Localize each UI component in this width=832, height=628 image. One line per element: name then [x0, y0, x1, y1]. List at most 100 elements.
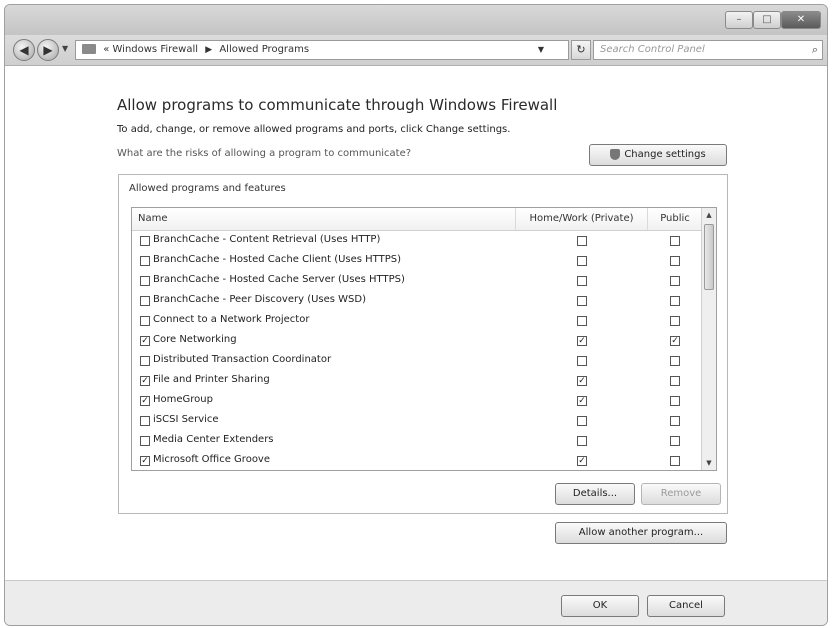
address-bar[interactable]: « Windows Firewall ▶ Allowed Programs ▼: [75, 40, 569, 60]
public-checkbox[interactable]: ✓: [670, 336, 680, 346]
program-enabled-checkbox[interactable]: [140, 236, 150, 246]
group-title: Allowed programs and features: [129, 183, 286, 194]
table-row[interactable]: BranchCache - Hosted Cache Client (Uses …: [132, 251, 702, 271]
home-work-checkbox[interactable]: [577, 416, 587, 426]
public-checkbox[interactable]: [670, 416, 680, 426]
public-checkbox[interactable]: [670, 436, 680, 446]
program-enabled-checkbox[interactable]: [140, 416, 150, 426]
public-checkbox[interactable]: [670, 296, 680, 306]
program-name: BranchCache - Hosted Cache Server (Uses …: [153, 274, 405, 285]
column-header-home-work[interactable]: Home/Work (Private): [516, 208, 648, 230]
home-work-checkbox[interactable]: [577, 356, 587, 366]
refresh-icon[interactable]: ↻: [571, 40, 591, 60]
forward-arrow-icon[interactable]: ▶: [37, 39, 59, 61]
remove-button[interactable]: Remove: [641, 483, 721, 505]
navigation-bar: ◀ ▶ ▼ « Windows Firewall ▶ Allowed Progr…: [5, 35, 827, 66]
table-row[interactable]: Connect to a Network Projector: [132, 311, 702, 331]
dialog-footer: OK Cancel: [5, 580, 827, 625]
ok-button[interactable]: OK: [561, 595, 639, 617]
home-work-checkbox[interactable]: [577, 296, 587, 306]
program-name: HomeGroup: [153, 394, 213, 405]
close-button[interactable]: ✕: [781, 11, 821, 29]
public-checkbox[interactable]: [670, 276, 680, 286]
program-name: Media Center Extenders: [153, 434, 274, 445]
change-settings-label: Change settings: [624, 149, 706, 160]
maximize-button[interactable]: □: [753, 11, 781, 29]
table-row[interactable]: Distributed Transaction Coordinator: [132, 351, 702, 371]
program-enabled-checkbox[interactable]: [140, 356, 150, 366]
main-content: Allow programs to communicate through Wi…: [5, 66, 827, 580]
program-enabled-checkbox[interactable]: ✓: [140, 376, 150, 386]
breadcrumb-separator-icon[interactable]: ▶: [205, 45, 212, 55]
program-enabled-checkbox[interactable]: [140, 296, 150, 306]
column-header-public[interactable]: Public: [648, 208, 702, 230]
table-row[interactable]: iSCSI Service: [132, 411, 702, 431]
program-name: Connect to a Network Projector: [153, 314, 310, 325]
program-name: BranchCache - Peer Discovery (Uses WSD): [153, 294, 366, 305]
public-checkbox[interactable]: [670, 356, 680, 366]
recent-pages-dropdown[interactable]: ▼: [62, 44, 68, 53]
page-subtitle: To add, change, or remove allowed progra…: [117, 124, 511, 135]
home-work-checkbox[interactable]: [577, 436, 587, 446]
home-work-checkbox[interactable]: ✓: [577, 396, 587, 406]
cancel-button[interactable]: Cancel: [647, 595, 725, 617]
home-work-checkbox[interactable]: [577, 316, 587, 326]
public-checkbox[interactable]: [670, 456, 680, 466]
vertical-scrollbar[interactable]: ▲ ▼: [701, 208, 716, 470]
program-rows: BranchCache - Content Retrieval (Uses HT…: [132, 231, 702, 470]
program-name: File and Printer Sharing: [153, 374, 270, 385]
program-name: BranchCache - Hosted Cache Client (Uses …: [153, 254, 402, 265]
home-work-checkbox[interactable]: [577, 276, 587, 286]
program-name: Distributed Transaction Coordinator: [153, 354, 332, 365]
program-enabled-checkbox[interactable]: [140, 316, 150, 326]
programs-list[interactable]: Name Home/Work (Private) Public BranchCa…: [131, 207, 717, 471]
address-dropdown-icon[interactable]: ▼: [538, 41, 544, 59]
home-work-checkbox[interactable]: ✓: [577, 336, 587, 346]
program-name: Core Networking: [153, 334, 237, 345]
program-name: iSCSI Service: [153, 414, 219, 425]
home-work-checkbox[interactable]: ✓: [577, 456, 587, 466]
public-checkbox[interactable]: [670, 256, 680, 266]
back-arrow-icon[interactable]: ◀: [13, 39, 35, 61]
public-checkbox[interactable]: [670, 396, 680, 406]
allow-another-program-button[interactable]: Allow another program...: [555, 522, 727, 544]
change-settings-button[interactable]: Change settings: [589, 144, 727, 166]
scroll-down-icon[interactable]: ▼: [702, 456, 716, 470]
program-enabled-checkbox[interactable]: [140, 436, 150, 446]
program-enabled-checkbox[interactable]: ✓: [140, 396, 150, 406]
table-row[interactable]: BranchCache - Content Retrieval (Uses HT…: [132, 231, 702, 251]
table-row[interactable]: Media Center Extenders: [132, 431, 702, 451]
home-work-checkbox[interactable]: [577, 256, 587, 266]
scroll-up-icon[interactable]: ▲: [702, 208, 716, 222]
table-row[interactable]: ✓ Microsoft Office Groove ✓: [132, 451, 702, 470]
home-work-checkbox[interactable]: [577, 236, 587, 246]
details-button[interactable]: Details...: [555, 483, 635, 505]
search-icon[interactable]: ⌕: [812, 41, 818, 59]
program-enabled-checkbox[interactable]: [140, 276, 150, 286]
breadcrumb-allowed-programs[interactable]: Allowed Programs: [219, 44, 309, 55]
minimize-button[interactable]: –: [725, 11, 753, 29]
search-input[interactable]: Search Control Panel ⌕: [593, 40, 823, 60]
search-placeholder: Search Control Panel: [600, 44, 705, 55]
home-work-checkbox[interactable]: ✓: [577, 376, 587, 386]
page-title: Allow programs to communicate through Wi…: [117, 96, 558, 114]
breadcrumb-windows-firewall[interactable]: Windows Firewall: [113, 44, 199, 55]
uac-shield-icon: [610, 148, 621, 160]
table-row[interactable]: BranchCache - Hosted Cache Server (Uses …: [132, 271, 702, 291]
public-checkbox[interactable]: [670, 236, 680, 246]
program-name: Microsoft Office Groove: [153, 454, 271, 465]
table-row[interactable]: BranchCache - Peer Discovery (Uses WSD): [132, 291, 702, 311]
public-checkbox[interactable]: [670, 316, 680, 326]
scrollbar-thumb[interactable]: [704, 224, 714, 290]
table-row[interactable]: ✓ HomeGroup ✓: [132, 391, 702, 411]
program-enabled-checkbox[interactable]: ✓: [140, 336, 150, 346]
column-header-name[interactable]: Name: [132, 208, 516, 230]
program-enabled-checkbox[interactable]: [140, 256, 150, 266]
public-checkbox[interactable]: [670, 376, 680, 386]
program-enabled-checkbox[interactable]: ✓: [140, 456, 150, 466]
list-header: Name Home/Work (Private) Public: [132, 208, 702, 231]
risks-link[interactable]: What are the risks of allowing a program…: [117, 148, 411, 159]
table-row[interactable]: ✓ Core Networking ✓ ✓: [132, 331, 702, 351]
table-row[interactable]: ✓ File and Printer Sharing ✓: [132, 371, 702, 391]
control-panel-icon: [82, 44, 96, 54]
